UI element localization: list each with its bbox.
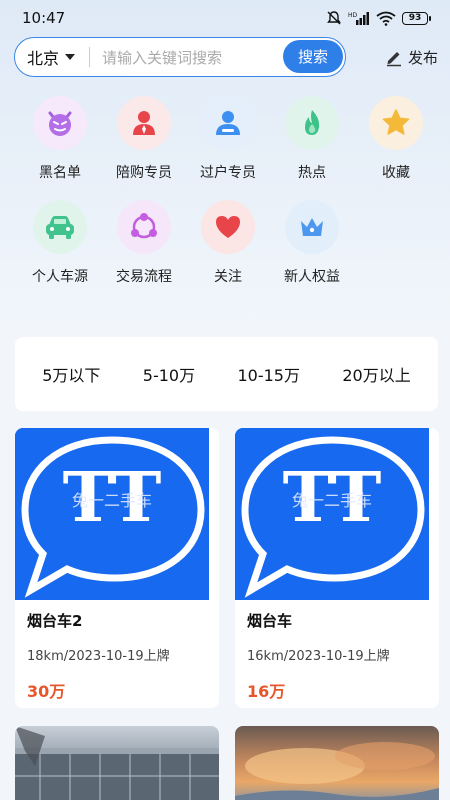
category-label: 热点 [298,165,326,181]
category-blacklist[interactable]: 黑名单 [18,96,102,182]
category-label: 收藏 [382,165,410,181]
category-label: 交易流程 [116,269,172,285]
listing-price: 16万 [247,682,286,701]
search-row: 北京 请输入关键词搜索 搜索 发布 [14,37,440,77]
search-button[interactable]: 搜索 [283,40,343,73]
status-icons: HD 93 [326,10,431,26]
category-shopping-agent[interactable]: 陪购专员 [102,96,186,182]
category-newcomer-benefits[interactable]: 新人权益 [270,200,354,286]
edit-pen-icon [386,52,401,67]
city-label: 北京 [27,49,60,68]
listing-card[interactable]: TT 兔一二手车 烟台车2 18km/2023-10-19上牌 30万 [15,428,219,708]
category-icon-bg [201,200,255,254]
svg-text:兔一二手车: 兔一二手车 [292,491,372,510]
category-hot[interactable]: 热点 [270,96,354,182]
listing-card-photo[interactable] [235,726,439,800]
category-personal-cars[interactable]: 个人车源 [18,200,102,286]
category-label: 过户专员 [200,165,256,181]
svg-text:HD: HD [348,12,358,19]
caret-down-icon [65,54,76,60]
search-box[interactable]: 北京 请输入关键词搜索 搜索 [14,37,346,77]
tt-logo-icon: TT 兔一二手车 [15,428,209,600]
search-divider [89,47,91,67]
category-icon-bg [117,96,171,150]
agent-icon [133,111,155,135]
user-badge-icon [216,111,240,135]
category-icon-bg [201,96,255,150]
listing-price: 30万 [27,682,66,701]
status-time: 10:47 [22,9,66,27]
category-follow[interactable]: 关注 [186,200,270,286]
listing-image: TT 兔一二手车 [15,428,209,600]
category-label: 个人车源 [32,269,88,285]
category-label: 黑名单 [39,165,81,181]
battery-level: 93 [408,12,422,23]
listing-meta: 16km/2023-10-19上牌 [247,649,390,664]
star-icon [382,109,410,135]
category-icon-bg [117,200,171,254]
city-selector[interactable]: 北京 [27,45,76,69]
wifi-icon [376,11,396,26]
sunset-photo [235,742,439,800]
building-photo [15,726,219,800]
category-icon-bg [33,96,87,150]
devil-icon [48,111,72,136]
tt-logo-icon: TT 兔一二手车 [235,428,429,600]
price-filter-under-5w[interactable]: 5万以下 [42,362,100,386]
publish-button[interactable]: 发布 [384,47,440,68]
category-label: 新人权益 [284,269,340,285]
price-filter-10-15w[interactable]: 10-15万 [237,362,300,386]
listing-card-photo[interactable] [15,726,219,800]
category-icon-bg [285,200,339,254]
battery-icon: 93 [402,11,431,25]
flame-icon [305,110,320,135]
category-trade-process[interactable]: 交易流程 [102,200,186,286]
status-bar: 10:47 HD 93 [0,0,450,36]
publish-label: 发布 [407,48,438,67]
listing-title: 烟台车2 [27,612,83,630]
price-filter-5-10w[interactable]: 5-10万 [143,362,195,386]
mute-bell-icon [327,11,341,25]
category-label: 陪购专员 [116,165,172,181]
listing-meta: 18km/2023-10-19上牌 [27,649,170,664]
category-icon-bg [285,96,339,150]
category-icon-bg [369,96,423,150]
listing-image: TT 兔一二手车 [235,428,429,600]
category-favorites[interactable]: 收藏 [354,96,438,182]
heart-icon [216,216,240,238]
listing-title: 烟台车 [247,612,293,630]
car-icon [46,216,74,239]
cycle-icon [131,213,157,239]
category-label: 关注 [214,269,242,285]
crown-icon [301,218,323,236]
svg-text:兔一二手车: 兔一二手车 [72,491,152,510]
signal-icon: HD [348,12,369,25]
price-filter-bar: 5万以下 5-10万 10-15万 20万以上 [15,337,438,411]
price-filter-over-20w[interactable]: 20万以上 [342,362,410,386]
category-transfer-agent[interactable]: 过户专员 [186,96,270,182]
category-icon-bg [33,200,87,254]
listing-card[interactable]: TT 兔一二手车 烟台车 16km/2023-10-19上牌 16万 [235,428,439,708]
